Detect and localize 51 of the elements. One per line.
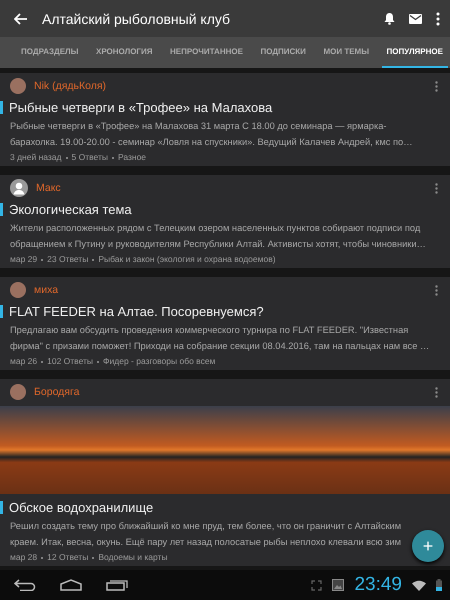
- post-date: мар 28: [10, 552, 38, 563]
- back-icon[interactable]: [14, 579, 36, 591]
- forum-name[interactable]: Фидер - разговоры обо всем: [103, 356, 216, 367]
- topic-excerpt: краем. Итак, весна, окунь. Ещё пару лет назад полосатые рыбы неплохо клевали всю зим: [10, 536, 402, 549]
- topic-excerpt: обращением к Путину и руководителям Республики Алтай. Активисты хотят, чтобы чиновники…: [10, 238, 426, 251]
- bell-icon[interactable]: [384, 12, 395, 25]
- post-date: мар 26: [10, 356, 38, 367]
- forum-name[interactable]: Рыбак и закон (экология и охрана водоемов): [98, 254, 276, 265]
- topic-excerpt: Решил создать тему про ближайший ко мне пруд, тем более, что он граничит с Алтайским: [10, 520, 402, 533]
- reply-count: 5 Ответы: [72, 152, 108, 163]
- forum-name[interactable]: Водоемы и карты: [98, 552, 168, 563]
- back-arrow-icon[interactable]: [14, 12, 28, 24]
- topic-card[interactable]: [0, 73, 450, 166]
- home-icon[interactable]: [60, 579, 82, 591]
- author-name[interactable]: миха: [34, 284, 58, 296]
- forum-title: Алтайский рыболовный клуб: [42, 10, 230, 26]
- more-icon[interactable]: [436, 12, 440, 26]
- tab[interactable]: ПОПУЛЯРНОЕ: [382, 37, 448, 68]
- topic-card[interactable]: [0, 379, 450, 566]
- topic-title[interactable]: Обское водохранилище: [9, 500, 154, 515]
- author-name[interactable]: Бородяга: [34, 386, 80, 398]
- mail-icon[interactable]: [409, 14, 422, 24]
- forum-name[interactable]: Разное: [118, 152, 146, 163]
- reply-count: 102 Ответы: [47, 356, 94, 367]
- reply-count: 23 Ответы: [47, 254, 88, 265]
- post-date: мар 29: [10, 254, 38, 265]
- topic-card[interactable]: [0, 175, 450, 268]
- topic-excerpt: Рыбные четверги в «Трофее» на Малахова 31 марта С 18.00 до семинара — ярмарка-: [10, 120, 386, 133]
- topic-excerpt: Предлагаю вам обсудить проведения коммерческого турнира по FLAT FEEDER. "Известная: [10, 324, 408, 337]
- topic-title[interactable]: FLAT FEEDER на Алтае. Посоревнуемся?: [9, 304, 264, 319]
- fullscreen-icon[interactable]: [311, 580, 322, 590]
- topic-card[interactable]: [0, 277, 450, 370]
- topic-excerpt: Жители расположенных рядом с Телецким озером населенных пунктов собирают подписи под: [10, 222, 420, 235]
- topic-excerpt: фирма" с призами поможет! Приходи на собрание секции 08.04.2016, там на пальцах нам все …: [10, 340, 430, 353]
- reply-count: 12 Ответы: [47, 552, 88, 563]
- topic-title[interactable]: Экологическая тема: [9, 202, 132, 217]
- clock-time: 23:49: [354, 574, 402, 596]
- author-name[interactable]: Nik (дядьКоля): [34, 80, 106, 92]
- topic-title[interactable]: Рыбные четверги в «Трофее» на Малахова: [9, 100, 272, 115]
- wifi-icon: [412, 580, 426, 590]
- tab[interactable]: МОИ ТЕМЫ: [318, 37, 374, 68]
- topic-excerpt: барахолка. 19.00-20.00 - семинар «Ловля на спускники». Ведущий Калачев Андрей, кмс по…: [10, 136, 413, 149]
- tab[interactable]: НЕПРОЧИТАННОЕ: [164, 37, 248, 68]
- battery-icon: [436, 579, 442, 591]
- tab[interactable]: ПОДПИСКИ: [255, 37, 311, 68]
- post-date: 3 дней назад: [10, 152, 62, 163]
- image-icon: [332, 579, 344, 591]
- recent-apps-icon[interactable]: [106, 579, 128, 591]
- tab[interactable]: ПОДРАЗДЕЛЫ: [16, 37, 84, 68]
- tab[interactable]: ХРОНОЛОГИЯ: [90, 37, 158, 68]
- author-name[interactable]: Макс: [36, 182, 61, 194]
